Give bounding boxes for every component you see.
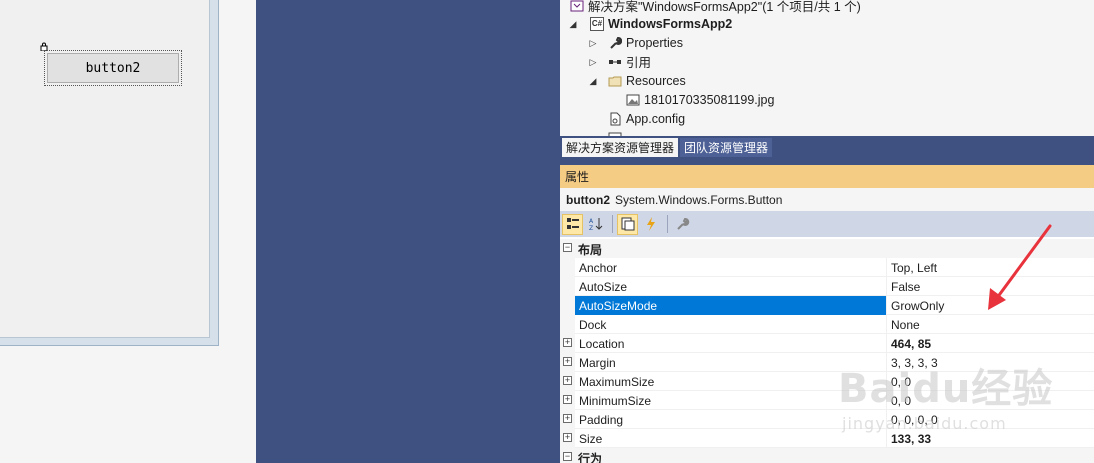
property-row-dock[interactable]: Dock None xyxy=(560,315,1094,334)
tree-item-app-config[interactable]: App.config xyxy=(608,109,685,128)
expand-arrow-icon[interactable]: ▷ xyxy=(588,38,598,48)
tree-item-image-file[interactable]: 1810170335081199.jpg xyxy=(626,90,774,109)
explorer-tab-strip: 解决方案资源管理器 团队资源管理器 xyxy=(560,136,1094,157)
categorized-button[interactable] xyxy=(562,213,583,235)
property-pages-button[interactable] xyxy=(672,214,693,235)
property-name: AutoSizeMode xyxy=(575,296,887,315)
object-name: button2 xyxy=(566,192,610,207)
property-value[interactable]: None xyxy=(887,315,1094,334)
categorized-icon xyxy=(566,218,579,229)
category-label: 行为 xyxy=(578,452,603,463)
object-type: System.Windows.Forms.Button xyxy=(615,192,783,207)
expand-box-icon[interactable]: + xyxy=(563,338,572,347)
row-gutter xyxy=(560,315,575,334)
row-gutter: + xyxy=(560,353,575,372)
collapse-arrow-icon[interactable]: ◢ xyxy=(568,19,578,29)
svg-text:Z: Z xyxy=(589,225,593,231)
svg-text:A: A xyxy=(589,218,594,225)
image-file-icon xyxy=(626,94,640,105)
expand-box-icon[interactable]: + xyxy=(563,376,572,385)
wrench-icon xyxy=(676,218,689,230)
row-gutter xyxy=(560,258,575,277)
category-label: 布局 xyxy=(578,243,603,257)
properties-title: 属性 xyxy=(560,165,1094,188)
alphabetical-button[interactable]: AZ xyxy=(585,214,606,235)
row-gutter xyxy=(560,296,575,315)
events-button[interactable] xyxy=(640,214,661,235)
row-gutter: + xyxy=(560,391,575,410)
csharp-project-icon: C# xyxy=(590,16,604,31)
tree-item-label: Resources xyxy=(626,73,686,88)
folder-icon xyxy=(608,76,622,86)
alphabetical-sort-icon: AZ xyxy=(589,218,602,231)
row-gutter: + xyxy=(560,410,575,429)
row-gutter: + xyxy=(560,334,575,353)
tab-solution-explorer[interactable]: 解决方案资源管理器 xyxy=(562,138,679,157)
solution-icon xyxy=(570,0,584,11)
expand-box-icon[interactable]: + xyxy=(563,433,572,442)
expand-box-icon[interactable]: + xyxy=(563,414,572,423)
toolbar-separator xyxy=(612,215,613,233)
tree-item-references[interactable]: 引用 xyxy=(608,52,651,71)
property-name: AutoSize xyxy=(575,277,887,296)
row-gutter: + xyxy=(560,372,575,391)
collapse-box-icon[interactable]: − xyxy=(563,452,572,461)
property-row-location[interactable]: + Location 464, 85 xyxy=(560,334,1094,353)
category-behavior[interactable]: − 行为 xyxy=(560,448,1094,463)
config-file-icon xyxy=(610,112,621,125)
designer-button2[interactable]: button2 xyxy=(44,50,182,86)
toolbar-separator xyxy=(667,215,668,233)
collapse-arrow-icon[interactable]: ◢ xyxy=(588,76,598,86)
property-name: Dock xyxy=(575,315,887,334)
collapse-box-icon[interactable]: − xyxy=(563,243,572,252)
property-value[interactable]: 464, 85 xyxy=(887,334,1094,353)
form-designer: button2 xyxy=(0,0,256,463)
property-name: Location xyxy=(575,334,887,353)
solution-node[interactable]: 解决方案"WindowsFormsApp2"(1 个项目/共 1 个) xyxy=(570,0,861,15)
baidu-watermark: Baidu经验 jingyan.baidu.com xyxy=(838,356,1078,444)
tree-item-label: 引用 xyxy=(626,56,652,70)
solution-label: 解决方案"WindowsFormsApp2"(1 个项目/共 1 个) xyxy=(588,0,861,14)
tree-item-label: App.config xyxy=(626,111,686,126)
tree-item-label: 1810170335081199.jpg xyxy=(644,92,775,107)
expand-box-icon[interactable]: + xyxy=(563,395,572,404)
row-gutter xyxy=(560,277,575,296)
annotation-arrow-icon xyxy=(988,224,1052,310)
panel-splitter[interactable] xyxy=(560,157,1094,165)
lightning-icon xyxy=(646,217,655,231)
tree-item-partial[interactable] xyxy=(608,128,626,136)
watermark-url: jingyan.baidu.com xyxy=(842,414,1007,433)
wrench-icon xyxy=(610,36,622,49)
object-selector[interactable]: button2 System.Windows.Forms.Button xyxy=(560,188,1094,211)
solution-explorer-tree: 解决方案"WindowsFormsApp2"(1 个项目/共 1 个) ◢ C#… xyxy=(560,0,1094,136)
expand-box-icon[interactable]: + xyxy=(563,357,572,366)
property-name: Anchor xyxy=(575,258,887,277)
tree-item-resources[interactable]: Resources xyxy=(608,71,686,90)
button2-face: button2 xyxy=(47,53,179,83)
expand-arrow-icon[interactable]: ▷ xyxy=(588,57,598,67)
row-gutter: + xyxy=(560,429,575,448)
property-pages-icon xyxy=(621,217,634,231)
toolbox-panel xyxy=(256,0,560,463)
references-icon xyxy=(609,59,621,64)
properties-view-button[interactable] xyxy=(617,213,638,235)
project-label: WindowsFormsApp2 xyxy=(608,16,733,31)
tab-team-explorer[interactable]: 团队资源管理器 xyxy=(680,138,773,157)
tree-item-label: Properties xyxy=(626,35,683,50)
project-node[interactable]: C# WindowsFormsApp2 xyxy=(590,14,732,33)
watermark-brand: Baidu经验 xyxy=(838,366,1054,412)
tree-item-properties[interactable]: Properties xyxy=(608,33,683,52)
